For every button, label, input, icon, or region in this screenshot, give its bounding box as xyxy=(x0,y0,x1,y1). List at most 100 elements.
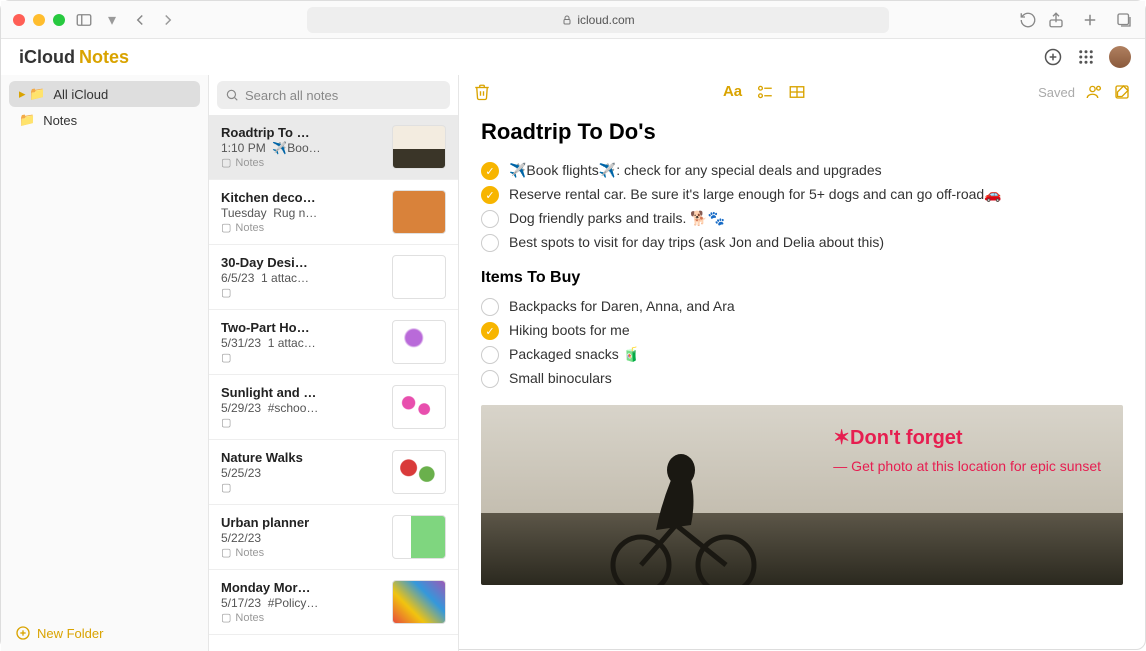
delete-note-button[interactable] xyxy=(473,83,491,101)
note-item-title: Sunlight and … xyxy=(221,385,382,400)
checkbox[interactable] xyxy=(481,346,499,364)
format-text-button[interactable]: Aa xyxy=(723,83,742,101)
note-list-item[interactable]: 30-Day Desi… 6/5/23 1 attac… ▢ xyxy=(209,245,458,310)
checklist-button[interactable] xyxy=(756,83,774,101)
note-thumbnail xyxy=(392,125,446,169)
checkbox[interactable] xyxy=(481,370,499,388)
note-subheading[interactable]: Items To Buy xyxy=(481,269,1123,287)
note-list-item[interactable]: Roadtrip To … 1:10 PM ✈️Boo… ▢Notes xyxy=(209,115,458,180)
browser-toolbar: ▾ icloud.com xyxy=(1,1,1145,39)
app-title-icloud: iCloud xyxy=(19,47,75,68)
app-header: iCloud Notes xyxy=(1,39,1145,75)
checklist-text[interactable]: Dog friendly parks and trails. 🐕🐾 xyxy=(509,210,725,227)
checklist-row[interactable]: Packaged snacks 🧃 xyxy=(481,343,1123,367)
checklist-row[interactable]: ✓ Reserve rental car. Be sure it's large … xyxy=(481,183,1123,207)
note-item-folder: ▢Notes xyxy=(221,546,382,559)
folder-small-icon: ▢ xyxy=(221,416,231,429)
checkbox[interactable]: ✓ xyxy=(481,322,499,340)
note-list-item[interactable]: Urban planner 5/22/23 ▢Notes xyxy=(209,505,458,570)
note-list-item[interactable]: Nature Walks 5/25/23 ▢ xyxy=(209,440,458,505)
checklist-text[interactable]: Hiking boots for me xyxy=(509,322,630,338)
save-status: Saved xyxy=(1038,85,1075,100)
back-button[interactable] xyxy=(131,11,149,29)
note-item-folder: ▢Notes xyxy=(221,156,382,169)
notes-list-panel: Search all notes Roadtrip To … 1:10 PM ✈… xyxy=(209,75,459,651)
maximize-window-button[interactable] xyxy=(53,14,65,26)
note-list-item[interactable]: Two-Part Ho… 5/31/23 1 attac… ▢ xyxy=(209,310,458,375)
close-window-button[interactable] xyxy=(13,14,25,26)
search-input[interactable]: Search all notes xyxy=(217,81,450,109)
editor-body[interactable]: Roadtrip To Do's ✓ ✈️Book flights✈️: chec… xyxy=(459,109,1145,651)
forward-button[interactable] xyxy=(159,11,177,29)
note-thumbnail xyxy=(392,515,446,559)
search-placeholder: Search all notes xyxy=(245,88,338,103)
checkbox[interactable] xyxy=(481,298,499,316)
note-item-preview: 5/22/23 xyxy=(221,531,382,545)
folder-icon: 📁 xyxy=(19,112,35,128)
checkbox[interactable]: ✓ xyxy=(481,162,499,180)
app-title-notes: Notes xyxy=(79,47,129,68)
lock-icon xyxy=(561,14,573,26)
sidebar-toggle-icon[interactable] xyxy=(75,11,93,29)
checkbox[interactable]: ✓ xyxy=(481,186,499,204)
checklist-text[interactable]: ✈️Book flights✈️: check for any special … xyxy=(509,162,882,179)
checklist-row[interactable]: Best spots to visit for day trips (ask J… xyxy=(481,231,1123,255)
minimize-window-button[interactable] xyxy=(33,14,45,26)
folder-small-icon: ▢ xyxy=(221,546,231,559)
plus-circle-icon xyxy=(15,625,31,641)
app-launcher-icon[interactable] xyxy=(1077,48,1095,66)
checkbox[interactable] xyxy=(481,234,499,252)
note-thumbnail xyxy=(392,385,446,429)
note-list-item[interactable]: Monday Mor… 5/17/23 #Policy… ▢Notes xyxy=(209,570,458,635)
checklist-text[interactable]: Packaged snacks 🧃 xyxy=(509,346,640,363)
note-item-folder: ▢ xyxy=(221,416,382,429)
share-icon[interactable] xyxy=(1047,11,1065,29)
chevron-down-icon[interactable]: ▾ xyxy=(103,11,121,29)
window-controls xyxy=(13,14,65,26)
checklist-row[interactable]: ✓ ✈️Book flights✈️: check for any special… xyxy=(481,159,1123,183)
note-item-folder: ▢Notes xyxy=(221,611,382,624)
folder-small-icon: ▢ xyxy=(221,611,231,624)
checklist-row[interactable]: ✓ Hiking boots for me xyxy=(481,319,1123,343)
app-title[interactable]: iCloud Notes xyxy=(15,47,129,68)
note-item-folder: ▢Notes xyxy=(221,221,382,234)
note-item-title: Kitchen deco… xyxy=(221,190,382,205)
compose-button[interactable] xyxy=(1113,83,1131,101)
tabs-overview-icon[interactable] xyxy=(1115,11,1133,29)
cyclist-silhouette xyxy=(601,435,761,585)
checklist-text[interactable]: Small binoculars xyxy=(509,370,612,386)
checklist-row[interactable]: Backpacks for Daren, Anna, and Ara xyxy=(481,295,1123,319)
collaborate-button[interactable] xyxy=(1085,83,1103,101)
note-thumbnail xyxy=(392,190,446,234)
new-tab-icon[interactable] xyxy=(1081,11,1099,29)
account-avatar[interactable] xyxy=(1109,46,1131,68)
checklist-text[interactable]: Backpacks for Daren, Anna, and Ara xyxy=(509,298,735,314)
note-image-attachment[interactable]: ✶Don't forget — Get photo at this locati… xyxy=(481,405,1123,585)
folder-item[interactable]: ▸ 📁All iCloud xyxy=(9,81,200,107)
note-item-title: Urban planner xyxy=(221,515,382,530)
folders-sidebar: ▸ 📁All iCloud📁Notes New Folder xyxy=(1,75,209,651)
main-layout: ▸ 📁All iCloud📁Notes New Folder Search al… xyxy=(1,75,1145,651)
note-title[interactable]: Roadtrip To Do's xyxy=(481,119,1123,145)
checklist-text[interactable]: Best spots to visit for day trips (ask J… xyxy=(509,234,884,250)
editor-toolbar: Aa Saved xyxy=(459,75,1145,109)
note-thumbnail xyxy=(392,450,446,494)
note-list-item[interactable]: Kitchen deco… Tuesday Rug n… ▢Notes xyxy=(209,180,458,245)
note-editor: Aa Saved Roadtrip To Do's ✓ ✈️Book flight… xyxy=(459,75,1145,651)
checklist-text[interactable]: Reserve rental car. Be sure it's large e… xyxy=(509,186,1002,203)
folder-icon: ▸ 📁 xyxy=(19,86,45,102)
checklist-row[interactable]: Small binoculars xyxy=(481,367,1123,391)
note-list-item[interactable]: Sunlight and … 5/29/23 #schoo… ▢ xyxy=(209,375,458,440)
note-item-folder: ▢ xyxy=(221,351,382,364)
new-folder-button[interactable]: New Folder xyxy=(1,615,208,651)
address-bar[interactable]: icloud.com xyxy=(307,7,889,33)
reload-button[interactable] xyxy=(1019,11,1037,29)
checklist-row[interactable]: Dog friendly parks and trails. 🐕🐾 xyxy=(481,207,1123,231)
add-button[interactable] xyxy=(1043,47,1063,67)
note-item-folder: ▢ xyxy=(221,481,382,494)
checkbox[interactable] xyxy=(481,210,499,228)
note-thumbnail xyxy=(392,580,446,624)
table-button[interactable] xyxy=(788,83,806,101)
handwriting-annotation: ✶Don't forget — Get photo at this locati… xyxy=(833,425,1101,475)
folder-item[interactable]: 📁Notes xyxy=(9,107,200,133)
